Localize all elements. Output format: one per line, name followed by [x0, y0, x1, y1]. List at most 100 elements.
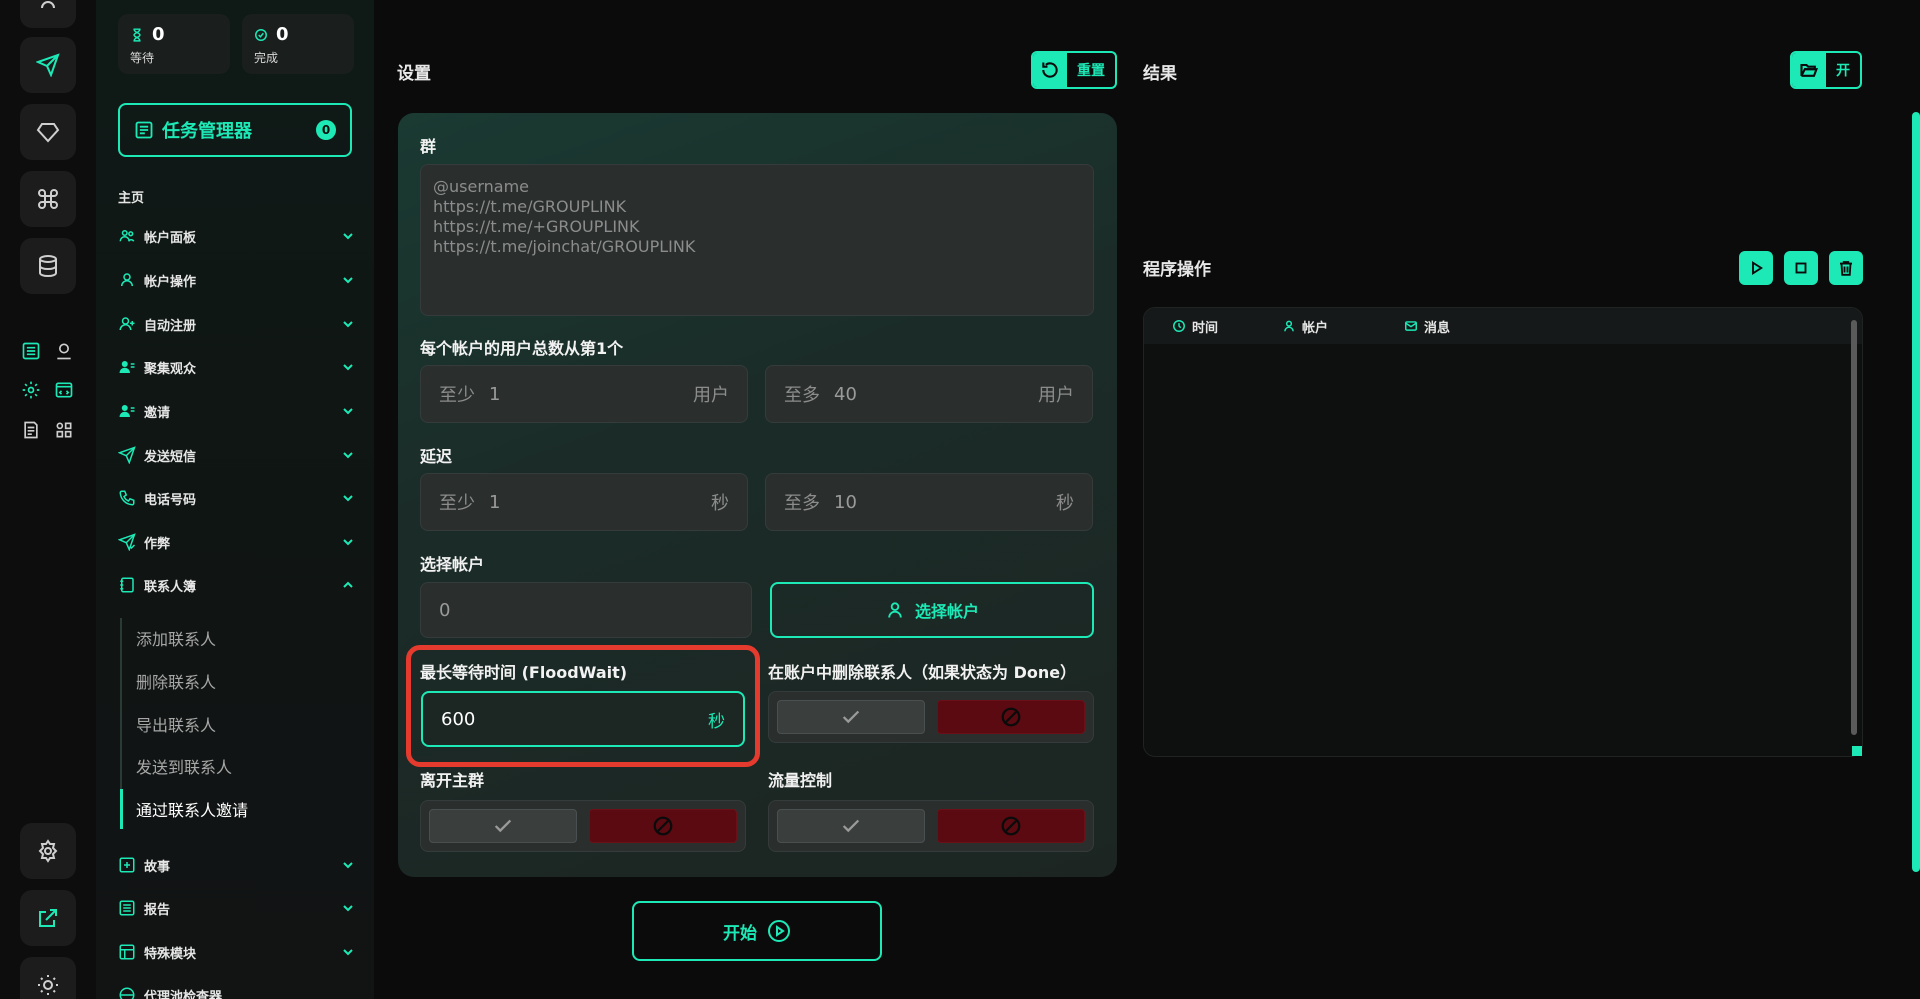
toggle-yes[interactable]	[429, 809, 577, 843]
group-textarea[interactable]: @username https://t.me/GROUPLINK https:/…	[420, 164, 1094, 316]
user-plus-icon	[119, 317, 135, 331]
user-icon	[41, 1, 55, 9]
sun-icon	[38, 975, 58, 995]
log-table: 时间 帐户 消息	[1143, 307, 1863, 757]
page-scrollbar[interactable]	[1912, 112, 1920, 872]
stop-icon	[1795, 262, 1807, 274]
floodwait-input[interactable]: 600 秒	[421, 691, 745, 747]
traffic-control-label: 流量控制	[768, 771, 833, 790]
task-manager-button[interactable]: 任务管理器 0	[118, 103, 352, 157]
sidebar-item-label: 代理池检查器	[144, 989, 223, 999]
sidebar-item-auto-register[interactable]: 自动注册	[118, 309, 356, 339]
chevron-down-icon	[343, 277, 353, 284]
document-icon	[24, 421, 38, 439]
ban-icon	[1001, 816, 1021, 836]
users-max-suffix: 用户	[1038, 385, 1074, 406]
delay-min-prefix: 至少	[439, 493, 475, 514]
sidebar-item-special-modules[interactable]: 特殊模块	[118, 937, 356, 967]
toggle-no[interactable]	[937, 809, 1085, 843]
toggle-yes[interactable]	[777, 809, 925, 843]
sidebar-item-contacts[interactable]: 联系人簿	[118, 570, 356, 600]
chevron-down-icon	[343, 408, 353, 415]
sidebar-item-send-sms[interactable]: 发送短信	[118, 440, 356, 470]
log-col-message-label: 消息	[1424, 320, 1451, 336]
subitem-delete-contacts[interactable]: 删除联系人	[136, 669, 216, 693]
users-max-input[interactable]: 至多 40 用户	[765, 365, 1093, 423]
phone-icon	[119, 490, 135, 506]
sidebar-item-account-panel[interactable]: 帐户面板	[118, 221, 356, 251]
select-accounts-label: 选择帐户	[420, 555, 485, 574]
toggle-no[interactable]	[937, 700, 1085, 734]
sidebar-item-phone-numbers[interactable]: 电话号码	[118, 483, 356, 513]
accounts-count-input[interactable]: 0	[420, 582, 752, 638]
reset-label: 重置	[1077, 63, 1105, 79]
task-manager-label: 任务管理器	[162, 121, 252, 142]
sidebar-item-label: 作弊	[144, 536, 171, 552]
toggle-yes[interactable]	[777, 700, 925, 734]
subitem-export-contacts[interactable]: 导出联系人	[136, 712, 216, 736]
sidebar-item-cheat[interactable]: 作弊	[118, 527, 356, 557]
code-window-icon	[55, 382, 73, 398]
delay-min-input[interactable]: 至少 1 秒	[420, 473, 748, 531]
delay-min-value: 1	[489, 491, 501, 513]
list-icon	[22, 342, 40, 360]
task-manager-badge: 0	[316, 120, 336, 140]
subitem-send-to-contacts[interactable]: 发送到联系人	[136, 754, 232, 778]
hourglass-icon	[133, 27, 141, 42]
external-link-icon	[39, 909, 57, 927]
module-icon	[119, 944, 135, 960]
sidebar-item-account-ops[interactable]: 帐户操作	[118, 265, 356, 295]
database-icon	[39, 255, 57, 278]
delay-max-input[interactable]: 至多 10 秒	[765, 473, 1093, 531]
rail-database-button[interactable]	[20, 238, 76, 294]
users-min-input[interactable]: 至少 1 用户	[420, 365, 748, 423]
rail-code-button[interactable]	[52, 378, 76, 402]
toggle-no[interactable]	[589, 809, 737, 843]
users-min-suffix: 用户	[693, 385, 729, 406]
rail-shapes-button[interactable]	[52, 418, 76, 442]
play-button[interactable]	[1739, 251, 1773, 285]
log-header: 时间 帐户 消息	[1144, 308, 1862, 344]
user-list-icon	[119, 361, 135, 373]
sidebar-item-gather-audience[interactable]: 聚集观众	[118, 352, 356, 382]
open-button[interactable]: 开	[1790, 51, 1862, 89]
rail-command-button[interactable]	[20, 171, 76, 227]
resize-handle[interactable]	[1852, 746, 1862, 756]
log-scrollbar[interactable]	[1851, 320, 1857, 735]
sidebar-item-proxy-checker[interactable]: 代理池检查器	[118, 980, 356, 999]
leave-group-label: 离开主群	[420, 771, 485, 790]
rail-external-button[interactable]	[20, 890, 76, 946]
users-min-value: 1	[489, 383, 501, 405]
rail-user-button[interactable]	[20, 0, 76, 28]
waiting-label: 等待	[130, 51, 155, 65]
group-label: 群	[420, 137, 437, 156]
sidebar-item-reports[interactable]: 报告	[118, 893, 356, 923]
rail-document-button[interactable]	[19, 418, 43, 442]
users-icon	[119, 230, 135, 242]
sidebar-item-label: 报告	[144, 902, 171, 918]
sidebar-item-invite[interactable]: 邀请	[118, 396, 356, 426]
plus-square-icon	[119, 857, 135, 873]
done-label: 完成	[254, 51, 279, 65]
rail-diamond-button[interactable]	[20, 104, 76, 160]
trash-icon	[1840, 261, 1852, 276]
rail-theme-button[interactable]	[20, 957, 76, 999]
stop-button[interactable]	[1784, 251, 1818, 285]
rail-send-button[interactable]	[20, 37, 76, 93]
clear-button[interactable]	[1829, 251, 1863, 285]
start-button[interactable]: 开始	[632, 901, 882, 961]
subitem-invite-via-contacts[interactable]: 通过联系人邀请	[136, 797, 248, 821]
rail-list-button[interactable]	[19, 339, 43, 363]
play-circle-icon	[768, 920, 790, 942]
traffic-control-toggle	[768, 800, 1094, 852]
rail-location-button[interactable]	[52, 339, 76, 363]
reset-button[interactable]: 重置	[1031, 51, 1117, 89]
rail-settings-button[interactable]	[19, 378, 43, 402]
delete-contacts-toggle	[768, 691, 1094, 743]
sidebar-item-stories[interactable]: 故事	[118, 850, 356, 880]
folder-open-icon	[1800, 63, 1819, 77]
subitem-add-contacts[interactable]: 添加联系人	[136, 626, 216, 650]
check-icon	[842, 819, 860, 833]
rail-gear-button[interactable]	[20, 823, 76, 879]
select-accounts-button[interactable]: 选择帐户	[770, 582, 1094, 638]
